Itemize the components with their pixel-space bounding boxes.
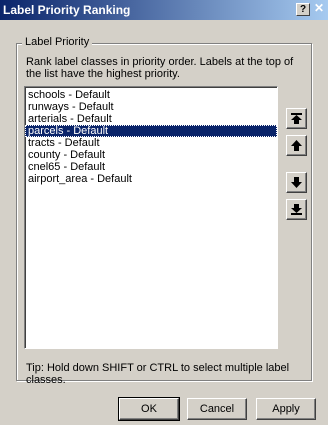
list-item[interactable]: runways - Default [25, 101, 277, 113]
move-to-top-icon [291, 113, 302, 124]
move-to-bottom-icon [291, 204, 302, 215]
list-item[interactable]: parcels - Default [25, 125, 277, 137]
title-bar[interactable]: Label Priority Ranking ? ✕ [0, 0, 328, 20]
window-title: Label Priority Ranking [3, 3, 131, 17]
list-item[interactable]: airport_area - Default [25, 173, 277, 185]
description-text: Rank label classes in priority order. La… [26, 56, 294, 80]
group-label: Label Priority [22, 36, 93, 48]
list-item[interactable]: county - Default [25, 149, 277, 161]
move-down-icon [291, 177, 302, 188]
list-item[interactable]: arterials - Default [25, 113, 277, 125]
move-up-button[interactable] [286, 135, 307, 156]
help-button[interactable]: ? [296, 3, 310, 16]
cancel-button[interactable]: Cancel [187, 398, 247, 420]
close-button[interactable]: ✕ [311, 2, 327, 16]
ok-button[interactable]: OK [118, 397, 180, 421]
list-item[interactable]: schools - Default [25, 89, 277, 101]
list-item[interactable]: cnel65 - Default [25, 161, 277, 173]
move-to-top-button[interactable] [286, 108, 307, 129]
move-to-bottom-button[interactable] [286, 199, 307, 220]
move-up-icon [291, 140, 302, 151]
tip-text: Tip: Hold down SHIFT or CTRL to select m… [26, 362, 290, 386]
apply-button[interactable]: Apply [256, 398, 316, 420]
dialog-window: Label Priority Ranking ? ✕ Label Priorit… [0, 0, 328, 425]
list-item[interactable]: tracts - Default [25, 137, 277, 149]
label-class-list[interactable]: schools - Default runways - Default arte… [24, 86, 278, 349]
move-down-button[interactable] [286, 172, 307, 193]
list-items: schools - Default runways - Default arte… [25, 87, 277, 185]
